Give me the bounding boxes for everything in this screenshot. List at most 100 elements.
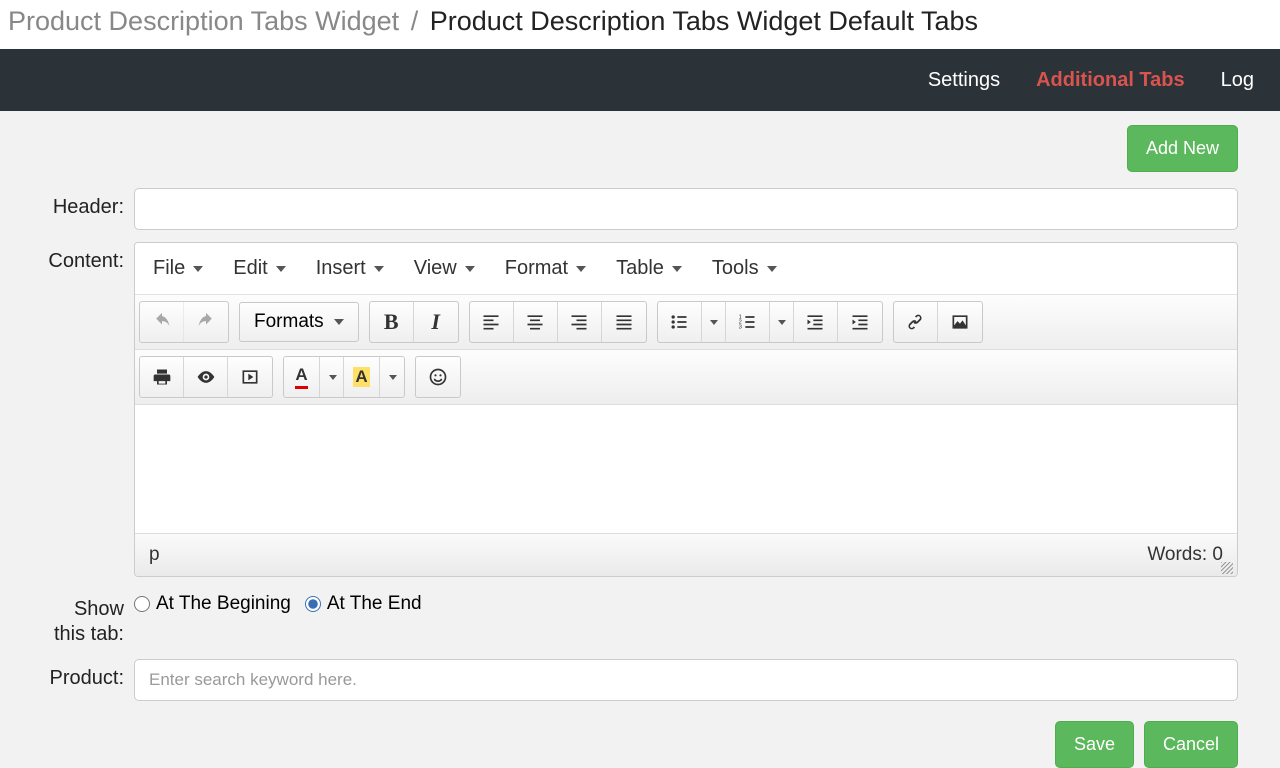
svg-text:3: 3 [739,325,742,331]
redo-button[interactable] [184,302,228,342]
editor-word-count: Words: 0 [1147,544,1223,566]
italic-button[interactable]: I [414,302,458,342]
bg-color-icon: A [353,367,369,387]
link-button[interactable] [894,302,938,342]
menu-insert-label: Insert [316,257,366,280]
numbered-list-icon: 123 [737,312,757,332]
top-nav: Settings Additional Tabs Log [0,49,1280,111]
menu-tools[interactable]: Tools [702,253,787,284]
radio-begin[interactable]: At The Begining [134,593,291,615]
formats-label: Formats [254,311,324,333]
image-icon [950,312,970,332]
menu-edit[interactable]: Edit [223,253,295,284]
bullet-list-button[interactable] [658,302,702,342]
chevron-down-icon [334,319,344,325]
show-tab-label: Show this tab: [6,589,134,647]
text-color-icon: A [295,365,307,389]
emoji-icon [428,367,448,387]
show-tab-label-line1: Show [74,598,124,620]
chevron-down-icon [767,266,777,272]
radio-end-input[interactable] [305,596,321,612]
numbered-list-dropdown[interactable] [770,302,794,342]
breadcrumb: Product Description Tabs Widget / Produc… [0,0,1280,49]
indent-button[interactable] [838,302,882,342]
formats-dropdown[interactable]: Formats [239,302,359,342]
media-icon [240,367,260,387]
radio-end[interactable]: At The End [305,593,422,615]
product-label: Product: [6,659,134,690]
menu-edit-label: Edit [233,257,267,280]
radio-begin-input[interactable] [134,596,150,612]
align-left-icon [481,312,501,332]
media-button[interactable] [228,357,272,397]
bold-icon: B [384,309,399,335]
align-right-icon [569,312,589,332]
editor-body[interactable] [135,405,1237,533]
emoji-button[interactable] [416,357,460,397]
radio-begin-label: At The Begining [156,593,291,615]
nav-log[interactable]: Log [1221,69,1254,92]
chevron-down-icon [193,266,203,272]
align-right-button[interactable] [558,302,602,342]
chevron-down-icon [672,266,682,272]
text-color-dropdown[interactable] [320,357,344,397]
chevron-down-icon [389,375,397,380]
menu-format[interactable]: Format [495,253,596,284]
editor-menubar: File Edit Insert View Format Table Tools [135,243,1237,295]
chevron-down-icon [374,266,384,272]
menu-insert[interactable]: Insert [306,253,394,284]
chevron-down-icon [465,266,475,272]
menu-view[interactable]: View [404,253,485,284]
add-new-button[interactable]: Add New [1127,125,1238,172]
product-search-input[interactable] [134,659,1238,701]
save-button[interactable]: Save [1055,721,1134,768]
image-button[interactable] [938,302,982,342]
menu-table[interactable]: Table [606,253,692,284]
numbered-list-button[interactable]: 123 [726,302,770,342]
italic-icon: I [431,309,440,335]
undo-icon [152,312,172,332]
chevron-down-icon [710,320,718,325]
resize-handle[interactable] [1221,562,1233,574]
align-justify-button[interactable] [602,302,646,342]
menu-file[interactable]: File [143,253,213,284]
cancel-button[interactable]: Cancel [1144,721,1238,768]
bg-color-button[interactable]: A [344,357,380,397]
menu-format-label: Format [505,257,568,280]
chevron-down-icon [276,266,286,272]
chevron-down-icon [329,375,337,380]
nav-additional-tabs[interactable]: Additional Tabs [1036,69,1185,92]
link-icon [905,312,925,332]
editor-statusbar: p Words: 0 [135,533,1237,576]
text-color-button[interactable]: A [284,357,320,397]
header-input[interactable] [134,188,1238,230]
menu-tools-label: Tools [712,257,759,280]
bold-button[interactable]: B [370,302,414,342]
rich-text-editor: File Edit Insert View Format Table Tools… [134,242,1238,577]
undo-button[interactable] [140,302,184,342]
header-label: Header: [6,188,134,219]
breadcrumb-parent[interactable]: Product Description Tabs Widget [8,6,399,36]
bullet-list-dropdown[interactable] [702,302,726,342]
menu-view-label: View [414,257,457,280]
editor-toolbar-2: A A [135,350,1237,405]
preview-button[interactable] [184,357,228,397]
breadcrumb-separator: / [411,6,419,36]
menu-file-label: File [153,257,185,280]
breadcrumb-current: Product Description Tabs Widget Default … [430,6,978,36]
chevron-down-icon [778,320,786,325]
show-tab-label-line2: this tab: [54,623,124,645]
nav-settings[interactable]: Settings [928,69,1000,92]
bg-color-dropdown[interactable] [380,357,404,397]
editor-path[interactable]: p [149,544,160,566]
eye-icon [196,367,216,387]
align-center-button[interactable] [514,302,558,342]
align-left-button[interactable] [470,302,514,342]
print-button[interactable] [140,357,184,397]
align-center-icon [525,312,545,332]
outdent-icon [805,312,825,332]
outdent-button[interactable] [794,302,838,342]
indent-icon [850,312,870,332]
radio-end-label: At The End [327,593,422,615]
menu-table-label: Table [616,257,664,280]
